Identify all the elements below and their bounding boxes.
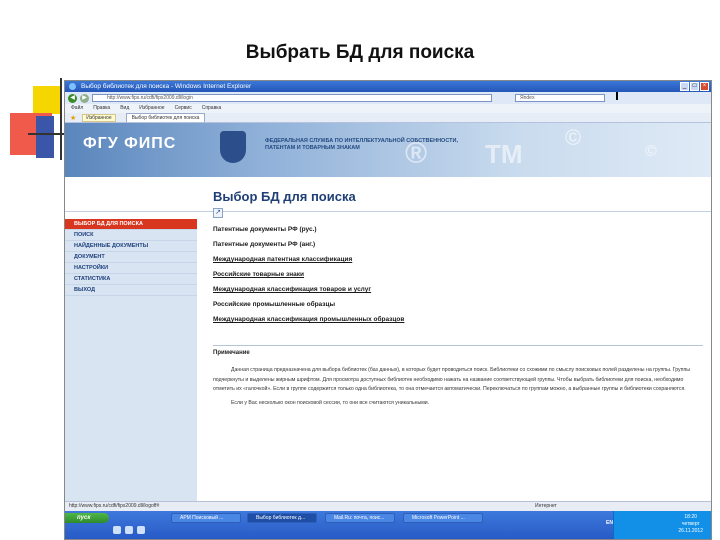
quick-launch-icon[interactable] (113, 526, 121, 534)
quick-launch (113, 526, 145, 534)
menu-item-favorites[interactable]: Избранное (139, 104, 164, 113)
sidebar-item-settings[interactable]: НАСТРОЙКИ (65, 263, 197, 274)
db-item-patents-rus[interactable]: Патентные документы РФ (рус.) (213, 224, 703, 239)
vertical-rule (60, 78, 62, 160)
status-url: http://www.fips.ru/cdfi/fips2009.dll/log… (69, 503, 160, 509)
banner-caption: ФЕДЕРАЛЬНАЯ СЛУЖБА ПО ИНТЕЛЛЕКТУАЛЬНОЙ С… (265, 138, 459, 151)
site-banner: ® TM © © ФГУ ФИПС ФЕДЕРАЛЬНАЯ СЛУЖБА ПО … (65, 123, 711, 177)
sidebar-nav: ВЫБОР БД ДЛЯ ПОИСКА ПОИСК НАЙДЕННЫЕ ДОКУ… (65, 219, 197, 529)
maximize-icon[interactable]: □ (690, 82, 699, 91)
sidebar-item-document[interactable]: ДОКУМЕНТ (65, 252, 197, 263)
slide-title: Выбрать БД для поиска (245, 42, 475, 63)
divider (213, 345, 703, 346)
status-bar: http://www.fips.ru/cdfi/fips2009.dll/log… (65, 501, 711, 511)
forward-arrow-icon[interactable]: ▶ (80, 93, 89, 103)
fips-logo: ФГУ ФИПС (83, 135, 177, 152)
sidebar-item-exit[interactable]: ВЫХОД (65, 285, 197, 296)
browser-window: Выбор библиотек для поиска - Windows Int… (64, 80, 712, 540)
status-zone: Интернет (535, 503, 557, 509)
horizontal-rule (28, 133, 64, 135)
taskbar-button[interactable]: Mail.Ru: почта, поис... (325, 513, 395, 523)
back-arrow-icon[interactable]: ◀ (68, 93, 77, 103)
main-content: Выбор БД для поиска ↗ Патентные документ… (213, 189, 703, 408)
menu-item-file[interactable]: Файл (71, 104, 83, 113)
taskbar: пуск АРМ Поисковый ... Выбор библиотек д… (65, 511, 711, 539)
page-title: Выбор БД для поиска (213, 189, 356, 204)
db-item-ipc[interactable]: Международная патентная классификация (213, 254, 703, 269)
address-toolbar: ◀ ▶ http://www.fips.ru/cdfi/fips2009.dll… (65, 92, 711, 104)
favorites-button[interactable]: Избранное (82, 113, 116, 122)
system-tray: EN 18:20 четверг 26.11.2012 (606, 511, 711, 539)
menu-item-tools[interactable]: Сервис (175, 104, 192, 113)
trademark-icon: © (565, 125, 582, 150)
start-button[interactable]: пуск (65, 513, 109, 523)
note-text: Данная страница предназначена для выбора… (213, 367, 690, 392)
note-heading: Примечание (213, 350, 250, 356)
menu-item-help[interactable]: Справка (202, 104, 222, 113)
taskbar-button[interactable]: Выбор библиотек д... (247, 513, 317, 523)
taskbar-button[interactable]: Microsoft PowerPoint ... (403, 513, 483, 523)
yellow-square-decoration (33, 86, 61, 114)
language-indicator[interactable]: EN (606, 520, 613, 526)
sidebar-item-search[interactable]: ПОИСК (65, 230, 197, 241)
expand-icon[interactable]: ↗ (213, 208, 223, 218)
clock: 18:20 четверг 26.11.2012 (678, 514, 703, 534)
taskbar-button[interactable]: АРМ Поисковый ... (171, 513, 241, 523)
minimize-icon[interactable]: _ (680, 82, 689, 91)
menu-bar: Файл Правка Вид Избранное Сервис Справка (65, 104, 711, 113)
database-list: Патентные документы РФ (рус.) Патентные … (213, 224, 703, 329)
close-icon[interactable]: × (700, 82, 709, 91)
sidebar-item-statistics[interactable]: СТАТИСТИКА (65, 274, 197, 285)
menu-item-view[interactable]: Вид (120, 104, 129, 113)
tab-selection[interactable]: Выбор библиотек для поиска (125, 113, 206, 122)
db-item-industrial-designs[interactable]: Российские промышленные образцы (213, 299, 703, 314)
sidebar-item-found-docs[interactable]: НАЙДЕННЫЕ ДОКУМЕНТЫ (65, 241, 197, 252)
db-item-trademarks[interactable]: Российские товарные знаки (213, 269, 703, 284)
quick-launch-icon[interactable] (137, 526, 145, 534)
trademark-icon: TM (485, 139, 523, 169)
quick-launch-icon[interactable] (125, 526, 133, 534)
db-item-nice-classification[interactable]: Международная классификация товаров и ус… (213, 284, 703, 299)
window-title: Выбор библиотек для поиска - Windows Int… (81, 83, 252, 90)
trademark-icon: © (645, 143, 657, 160)
db-item-locarno-classification[interactable]: Международная классификация промышленных… (213, 314, 703, 329)
db-item-patents-eng[interactable]: Патентные документы РФ (анг.) (213, 239, 703, 254)
search-input[interactable]: Яndex (515, 94, 605, 102)
emblem-icon (220, 131, 246, 163)
star-icon: ★ (70, 114, 77, 122)
text-cursor (616, 92, 618, 100)
address-input[interactable]: http://www.fips.ru/cdfi/fips2009.dll/log… (92, 94, 492, 102)
note-text-secondary: Если у Вас несколько окон поисковой сесс… (231, 399, 430, 406)
sidebar-item-db-select[interactable]: ВЫБОР БД ДЛЯ ПОИСКА (65, 219, 197, 230)
ie-icon (69, 83, 76, 90)
browser-titlebar: Выбор библиотек для поиска - Windows Int… (65, 81, 711, 92)
menu-item-edit[interactable]: Правка (93, 104, 110, 113)
blue-bar-decoration (36, 116, 54, 158)
favorites-bar: ★ Избранное Выбор библиотек для поиска (65, 113, 711, 123)
